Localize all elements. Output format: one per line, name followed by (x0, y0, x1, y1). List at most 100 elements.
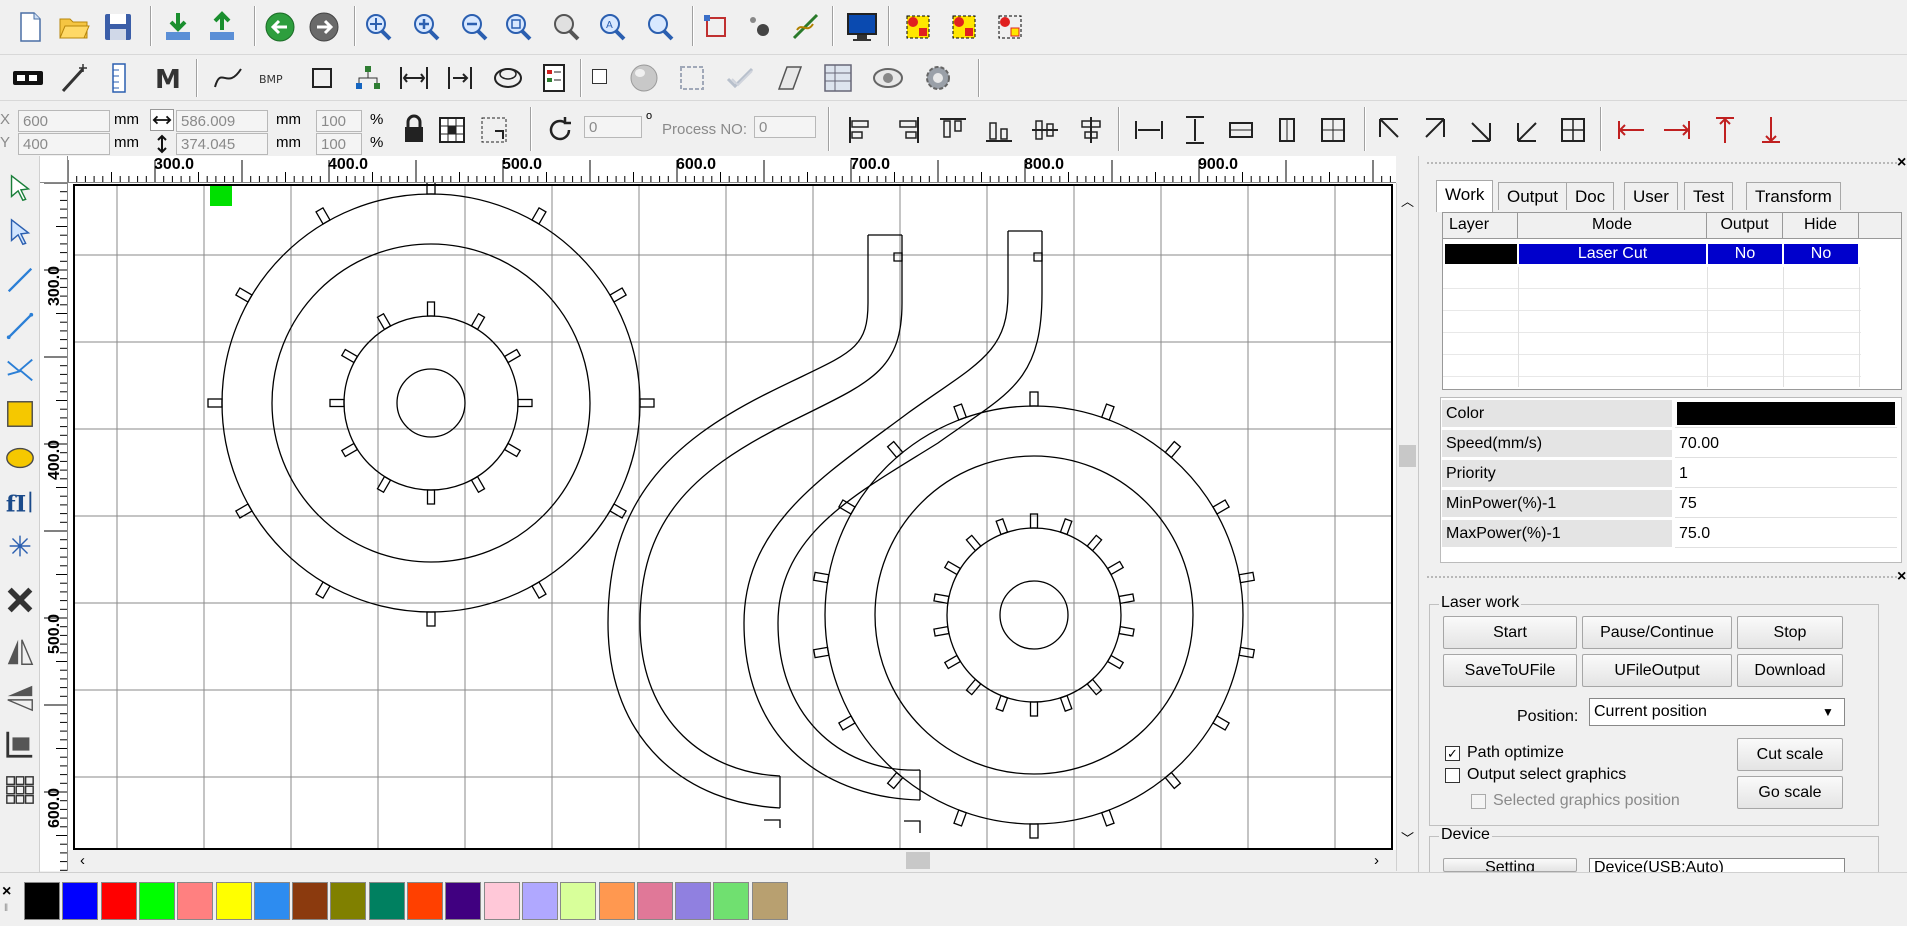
prop-value[interactable]: 75.0 (1675, 520, 1897, 548)
rotate-icon[interactable] (542, 109, 578, 151)
zoom-out-icon[interactable] (454, 6, 494, 48)
align-center-h-icon[interactable] (1074, 109, 1108, 151)
distribute-h-icon[interactable] (394, 57, 434, 99)
redo-icon[interactable] (304, 6, 344, 48)
output-select-checkbox[interactable] (1445, 768, 1460, 783)
move-up-icon[interactable] (1708, 109, 1742, 151)
zoom-pan-icon[interactable] (358, 6, 398, 48)
palette-swatch[interactable] (675, 882, 712, 920)
save-icon[interactable] (98, 6, 138, 48)
array-grid-icon[interactable] (2, 770, 38, 810)
tab-transform[interactable]: Transform (1746, 182, 1841, 210)
check-disabled-icon[interactable] (720, 57, 760, 99)
rectangle-draw-icon[interactable] (2, 394, 38, 434)
laser-machine-icon[interactable] (8, 57, 48, 99)
monitor-icon[interactable] (842, 6, 882, 48)
lock-ratio-icon[interactable] (396, 109, 432, 151)
close-panel-icon[interactable]: × (1897, 568, 1906, 586)
align-right-icon[interactable] (890, 109, 924, 151)
point-tool-icon[interactable] (2, 526, 38, 566)
vertical-scroll-thumb[interactable] (1399, 445, 1416, 467)
tab-output[interactable]: Output (1498, 182, 1568, 210)
device-setting-button[interactable]: Setting (1443, 858, 1577, 872)
zoom-select-icon[interactable]: A (592, 6, 632, 48)
cut-select-icon[interactable] (898, 6, 938, 48)
go-scale-button[interactable]: Go scale (1737, 776, 1843, 809)
move-bottom-left-icon[interactable] (1510, 109, 1544, 151)
align-left-icon[interactable] (844, 109, 878, 151)
layer-output[interactable]: No (1708, 244, 1782, 264)
grid-window-icon[interactable] (818, 57, 858, 99)
width-lock-icon[interactable] (150, 109, 174, 131)
palette-swatch[interactable] (368, 882, 405, 920)
move-bottom-right-icon[interactable] (1464, 109, 1498, 151)
node-edit-icon[interactable] (2, 212, 38, 252)
m-icon[interactable]: M (148, 57, 188, 99)
prop-maxpower-row[interactable]: MaxPower(%)-1 75.0 (1442, 520, 1897, 548)
same-size-v-icon[interactable] (1270, 109, 1304, 151)
laser-dot-icon[interactable] (740, 6, 780, 48)
align-bottom-icon[interactable] (982, 109, 1016, 151)
width-input[interactable] (176, 110, 268, 132)
delete-icon[interactable] (2, 580, 38, 620)
ufile-output-button[interactable]: UFileOutput (1582, 654, 1732, 687)
rectangle-icon[interactable] (302, 57, 342, 99)
position-select[interactable]: Current position ▼ (1589, 698, 1845, 726)
align-top-icon[interactable] (936, 109, 970, 151)
size-apply-icon[interactable] (476, 109, 512, 151)
spiral-arm-right[interactable] (743, 230, 1043, 833)
palette-swatch[interactable] (407, 882, 443, 920)
open-folder-icon[interactable] (54, 6, 94, 48)
drawing-canvas[interactable] (68, 179, 1396, 871)
move-down-icon[interactable] (1754, 109, 1788, 151)
palette-swatch[interactable] (177, 882, 214, 920)
palette-swatch[interactable] (292, 882, 329, 920)
tab-user[interactable]: User (1624, 182, 1678, 210)
settings-gear-icon[interactable] (918, 57, 958, 99)
gear-shape-right[interactable] (812, 391, 1256, 839)
scale-height-input[interactable] (316, 133, 362, 155)
stop-button[interactable]: Stop (1737, 616, 1843, 649)
cut-select-2-icon[interactable] (944, 6, 984, 48)
palette-swatch[interactable] (751, 882, 788, 920)
prop-value[interactable]: 75 (1675, 490, 1897, 518)
spiral-arm-left[interactable] (607, 234, 903, 828)
same-width-icon[interactable] (1132, 109, 1166, 151)
import-icon[interactable] (158, 6, 198, 48)
height-input[interactable] (176, 133, 268, 155)
prop-value[interactable]: 1 (1675, 460, 1897, 488)
horizontal-scroll-thumb[interactable] (906, 852, 930, 869)
zoom-window-icon[interactable] (546, 6, 586, 48)
tab-test[interactable]: Test (1684, 182, 1734, 210)
layer-list-icon[interactable] (534, 57, 574, 99)
palette-swatch[interactable] (598, 882, 635, 920)
y-coordinate-input[interactable] (18, 133, 110, 155)
scroll-down-icon[interactable]: ﹀ (1401, 828, 1414, 847)
horizontal-scrollbar[interactable]: ‹ › (68, 850, 1396, 872)
canvas-drawing[interactable] (68, 179, 1396, 871)
select-frame-icon[interactable] (672, 57, 712, 99)
line-icon[interactable] (2, 260, 38, 300)
prop-minpower-row[interactable]: MinPower(%)-1 75 (1442, 490, 1897, 518)
frame-icon[interactable] (696, 6, 736, 48)
scroll-left-icon[interactable]: ‹ (80, 852, 85, 869)
hierarchy-icon[interactable] (348, 57, 388, 99)
move-center-icon[interactable] (1556, 109, 1590, 151)
array-icon[interactable] (488, 57, 528, 99)
palette-swatch[interactable] (445, 882, 482, 920)
align-width-icon[interactable] (440, 57, 480, 99)
magic-wand-icon[interactable] (54, 57, 94, 99)
start-button[interactable]: Start (1443, 616, 1577, 649)
cut-scale-button[interactable]: Cut scale (1737, 738, 1843, 771)
rotate-angle-input[interactable] (584, 116, 642, 138)
process-no-input[interactable] (754, 116, 816, 138)
zoom-all-icon[interactable] (640, 6, 680, 48)
palette-swatch[interactable] (636, 882, 673, 920)
zoom-in-icon[interactable] (406, 6, 446, 48)
palette-swatch[interactable] (483, 882, 520, 920)
export-icon[interactable] (202, 6, 242, 48)
select-arrow-icon[interactable] (2, 168, 38, 208)
palette-swatch[interactable] (138, 882, 175, 920)
table-row[interactable]: Laser Cut No No (1443, 243, 1861, 265)
align-tool-icon[interactable] (2, 724, 38, 764)
